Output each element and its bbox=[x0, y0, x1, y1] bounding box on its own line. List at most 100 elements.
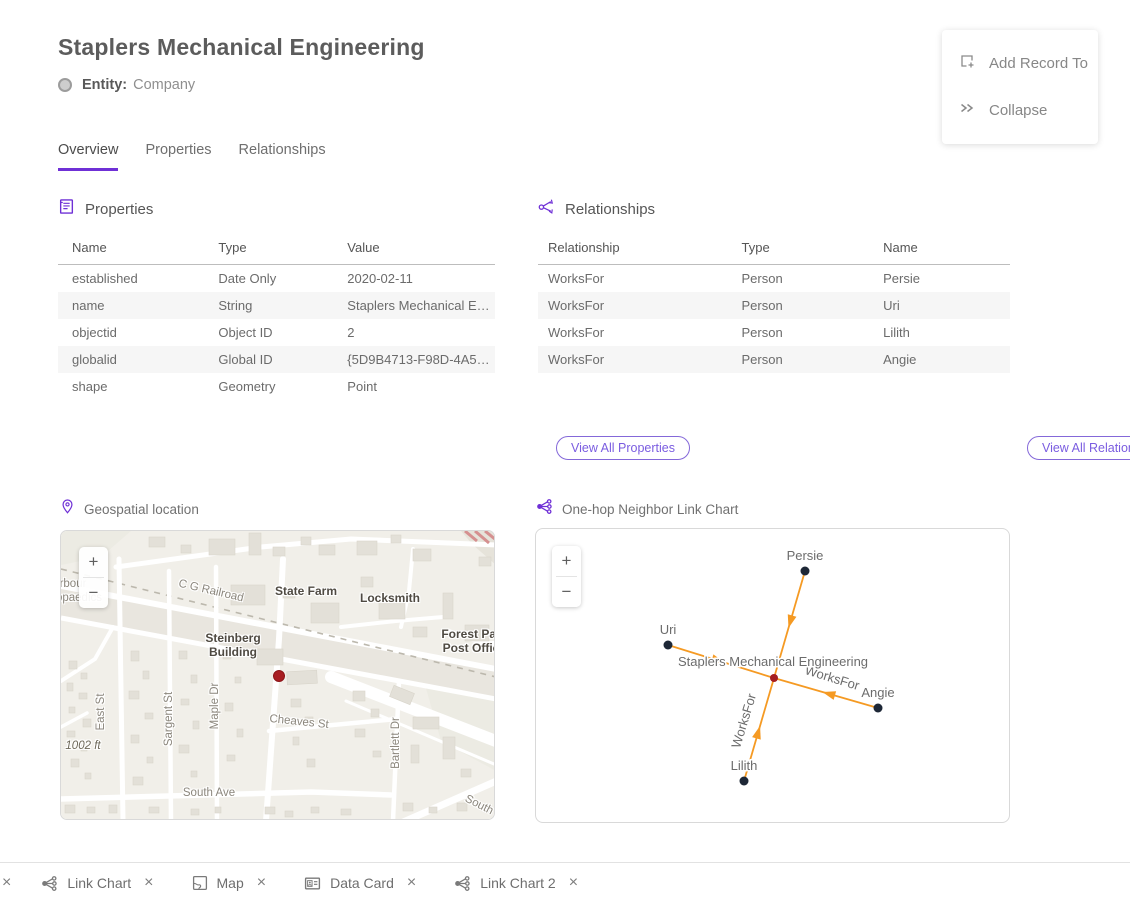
view-tab-data-card[interactable]: Data Card× bbox=[304, 875, 416, 892]
edge-arrow-icon bbox=[822, 691, 836, 700]
table-cell-link[interactable]: Uri bbox=[873, 292, 1010, 319]
map-label: Sargent St bbox=[163, 692, 175, 746]
edge-arrow-icon bbox=[752, 726, 761, 740]
person-node[interactable] bbox=[801, 567, 810, 576]
column-header-value: Value bbox=[333, 234, 495, 265]
map-label: Maple Dr bbox=[209, 683, 221, 730]
close-tab-button[interactable]: × bbox=[257, 875, 266, 891]
table-row: objectidObject ID2 bbox=[58, 319, 495, 346]
bottom-tab-bar: ×Link Chart×Map×Data Card×Link Chart 2× bbox=[0, 862, 1130, 903]
menu-item-collapse[interactable]: Collapse bbox=[942, 87, 1098, 134]
table-cell: String bbox=[204, 292, 333, 319]
tab-properties[interactable]: Properties bbox=[145, 142, 211, 171]
view-tab-label: Link Chart 2 bbox=[480, 875, 555, 891]
close-tab-button[interactable]: × bbox=[569, 875, 578, 891]
table-cell-link[interactable]: WorksFor bbox=[538, 346, 732, 373]
tab-relationships[interactable]: Relationships bbox=[239, 142, 326, 171]
table-cell: Date Only bbox=[204, 265, 333, 293]
map-label: South bbox=[463, 793, 495, 817]
properties-icon bbox=[58, 198, 75, 220]
menu-item-add-record-to[interactable]: Add Record To bbox=[942, 40, 1098, 87]
map-zoom-widget: + − bbox=[79, 547, 108, 608]
table-row: WorksForPersonPersie bbox=[538, 265, 1010, 293]
table-cell: Person bbox=[732, 346, 874, 373]
table-cell-link[interactable]: Persie bbox=[873, 265, 1010, 293]
geospatial-title: Geospatial location bbox=[84, 502, 199, 517]
map-zoom-out-button[interactable]: − bbox=[79, 578, 108, 608]
link-chart-panel[interactable]: WorksForWorksForStaplers Mechanical Engi… bbox=[535, 528, 1010, 823]
column-header-type: Type bbox=[204, 234, 333, 265]
person-node[interactable] bbox=[740, 777, 749, 786]
map-zoom-in-button[interactable]: + bbox=[79, 547, 108, 577]
table-cell-link[interactable]: Lilith bbox=[873, 319, 1010, 346]
close-tab-button[interactable]: × bbox=[144, 875, 153, 891]
partial-tab-close-button[interactable]: × bbox=[2, 875, 11, 891]
center-entity-node[interactable] bbox=[770, 674, 778, 682]
table-cell: Person bbox=[732, 265, 874, 293]
view-tab-label: Link Chart bbox=[67, 875, 131, 891]
column-header-name: Name bbox=[873, 234, 1010, 265]
node-label: Persie bbox=[787, 548, 824, 563]
node-label: Uri bbox=[660, 622, 677, 637]
relationships-section-header: Relationships bbox=[538, 198, 1010, 220]
table-cell: Point bbox=[333, 373, 495, 400]
view-all-relationships-button[interactable]: View All Relationships bbox=[1027, 436, 1130, 460]
map-label: Forest Par bbox=[441, 627, 495, 641]
table-cell-link[interactable]: WorksFor bbox=[538, 292, 732, 319]
map-pin-icon bbox=[60, 498, 75, 520]
table-cell: Global ID bbox=[204, 346, 333, 373]
map-label: State Farm bbox=[275, 584, 337, 598]
relationships-title: Relationships bbox=[565, 201, 655, 218]
add-record-icon bbox=[958, 52, 976, 75]
chart-zoom-out-button[interactable]: − bbox=[552, 577, 581, 607]
map-label: Locksmith bbox=[360, 591, 420, 605]
properties-section-header: Properties bbox=[58, 198, 495, 220]
map-label: South Ave bbox=[183, 787, 235, 799]
view-tab-label: Map bbox=[217, 875, 244, 891]
chart-zoom-in-button[interactable]: + bbox=[552, 546, 581, 576]
table-cell-link[interactable]: WorksFor bbox=[538, 265, 732, 293]
context-menu: Add Record To Collapse bbox=[942, 30, 1098, 144]
entity-label: Entity: bbox=[82, 77, 127, 93]
link-chart-canvas[interactable]: WorksForWorksForStaplers Mechanical Engi… bbox=[536, 529, 1010, 823]
menu-item-label: Collapse bbox=[989, 102, 1047, 119]
column-header-name: Name bbox=[58, 234, 204, 265]
properties-title: Properties bbox=[85, 201, 153, 218]
link-chart-icon bbox=[454, 875, 471, 892]
person-node[interactable] bbox=[664, 641, 673, 650]
table-cell: Staplers Mechanical Eng... bbox=[333, 292, 495, 319]
view-tab-link-chart-2[interactable]: Link Chart 2 × bbox=[454, 875, 578, 892]
menu-item-label: Add Record To bbox=[989, 55, 1088, 72]
table-cell: {5D9B4713-F98D-4A53-... bbox=[333, 346, 495, 373]
node-label: Staplers Mechanical Engineering bbox=[678, 654, 868, 669]
page-title: Staplers Mechanical Engineering bbox=[58, 34, 425, 61]
map-label: Cheaves St bbox=[269, 713, 329, 731]
person-node[interactable] bbox=[874, 704, 883, 713]
table-cell-link[interactable]: WorksFor bbox=[538, 319, 732, 346]
one-hop-icon bbox=[536, 498, 553, 520]
link-chart-icon bbox=[41, 875, 58, 892]
table-cell: 2020-02-11 bbox=[333, 265, 495, 293]
table-cell: name bbox=[58, 292, 204, 319]
table-cell: Person bbox=[732, 319, 874, 346]
map-label: Post Offic bbox=[443, 641, 495, 655]
map-panel[interactable]: rbouropaedicsC G RailroadState FarmLocks… bbox=[60, 530, 495, 820]
close-tab-button[interactable]: × bbox=[407, 875, 416, 891]
edge-arrow-icon bbox=[788, 614, 797, 628]
collapse-icon bbox=[958, 99, 976, 122]
view-tab-link-chart[interactable]: Link Chart × bbox=[41, 875, 153, 892]
table-cell: established bbox=[58, 265, 204, 293]
node-label: Lilith bbox=[731, 758, 758, 773]
table-cell: Person bbox=[732, 292, 874, 319]
chart-zoom-widget: + − bbox=[552, 546, 581, 607]
view-tab-map[interactable]: Map × bbox=[192, 875, 267, 891]
link-chart-section-header: One-hop Neighbor Link Chart bbox=[536, 498, 738, 520]
map-labels: rbouropaedicsC G RailroadState FarmLocks… bbox=[61, 531, 495, 820]
table-row: nameStringStaplers Mechanical Eng... bbox=[58, 292, 495, 319]
map-label: Building bbox=[209, 645, 257, 659]
table-cell: shape bbox=[58, 373, 204, 400]
table-cell: globalid bbox=[58, 346, 204, 373]
data-card-icon bbox=[304, 875, 321, 892]
table-cell-link[interactable]: Angie bbox=[873, 346, 1010, 373]
tab-overview[interactable]: Overview bbox=[58, 142, 118, 171]
